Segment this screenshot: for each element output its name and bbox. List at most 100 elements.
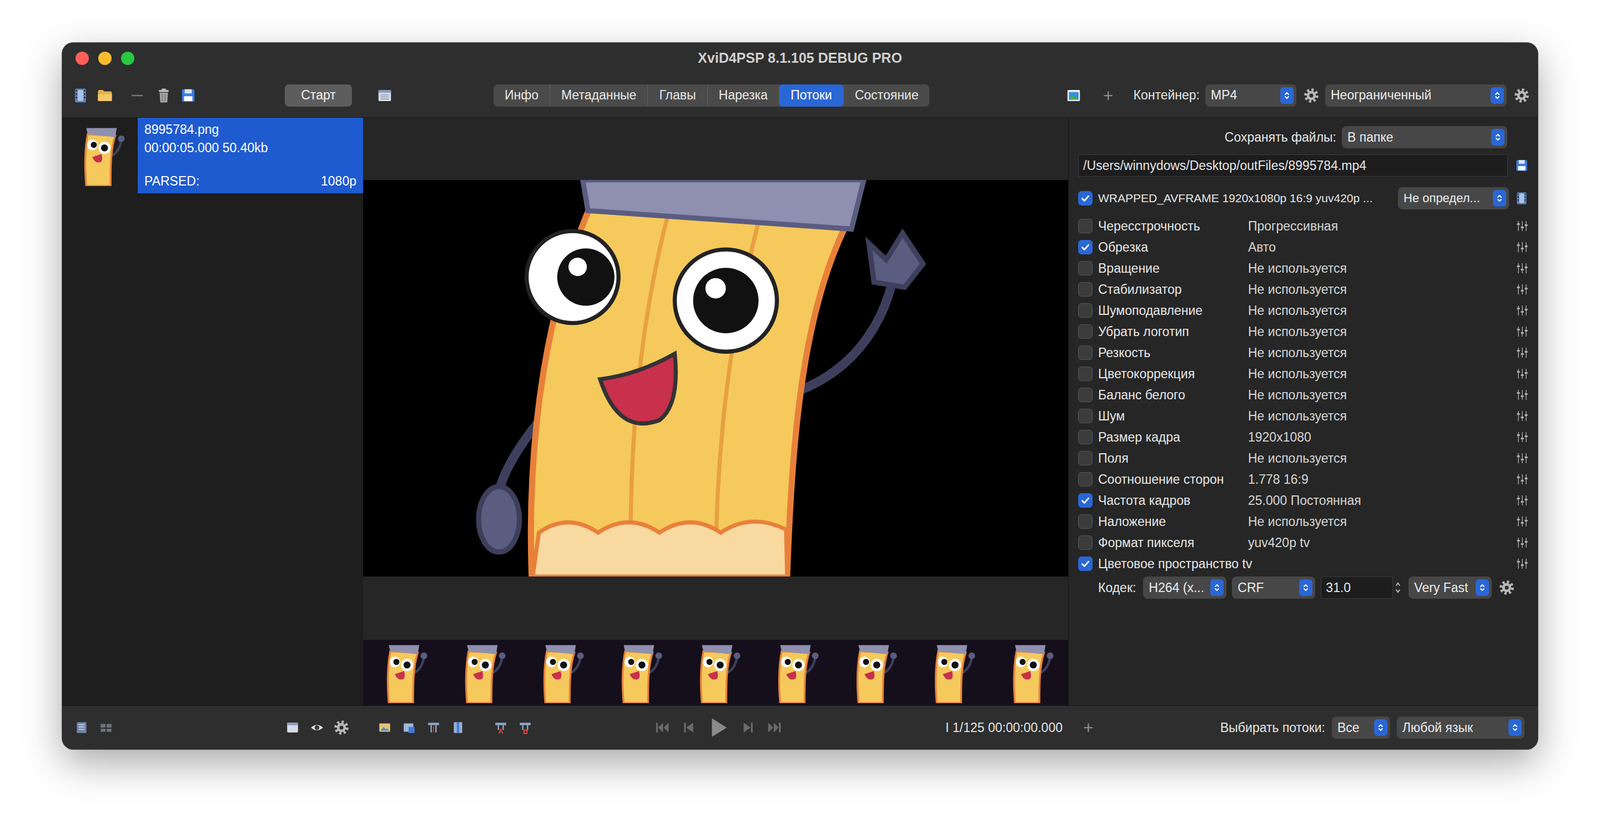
open-folder-button[interactable]: [95, 86, 115, 105]
checkbox[interactable]: [1078, 535, 1093, 550]
open-video-button[interactable]: [71, 86, 90, 105]
film-icon[interactable]: [72, 87, 89, 104]
filter-settings-button[interactable]: [1515, 472, 1529, 486]
filmstrip-frame[interactable]: [755, 639, 834, 706]
sliders-icon[interactable]: [1515, 345, 1529, 360]
preview-toggle-button[interactable]: [309, 719, 325, 736]
filter-settings-button[interactable]: [1515, 388, 1529, 402]
checkbox[interactable]: [1078, 471, 1093, 487]
add-stream-button[interactable]: +: [1083, 718, 1094, 737]
save-button[interactable]: [178, 86, 198, 105]
checkbox[interactable]: [1078, 514, 1093, 529]
filter-settings-button[interactable]: [1515, 451, 1529, 465]
checkbox[interactable]: [1078, 492, 1093, 508]
filmstrip-frame[interactable]: [989, 639, 1069, 706]
checkbox[interactable]: [1078, 450, 1093, 466]
checkbox[interactable]: [1078, 260, 1093, 276]
filter-settings-button[interactable]: [1515, 219, 1529, 233]
filmstrip-frame[interactable]: [363, 639, 442, 706]
gear-icon[interactable]: [333, 719, 350, 736]
filmstrip-frame[interactable]: [676, 639, 755, 706]
preset-settings-button[interactable]: [1513, 87, 1531, 104]
filter-settings-button[interactable]: [1515, 556, 1529, 571]
list-settings-button[interactable]: [333, 719, 350, 736]
quality-stepper[interactable]: [1394, 579, 1403, 596]
tab[interactable]: Инфо: [493, 84, 550, 107]
stream-mode-select[interactable]: Не определ...: [1397, 187, 1509, 210]
checkbox[interactable]: [1078, 218, 1093, 234]
filter-settings-button[interactable]: [1515, 303, 1529, 318]
sliders-icon[interactable]: [1515, 493, 1529, 507]
filter-settings-button[interactable]: [1515, 514, 1529, 528]
speed-preset-select[interactable]: Very Fast: [1408, 576, 1492, 599]
filter-settings-button[interactable]: [1515, 535, 1529, 550]
minimize-button[interactable]: [98, 51, 112, 65]
filter-settings-button[interactable]: [1515, 240, 1529, 254]
sliders-icon[interactable]: [1515, 324, 1529, 339]
filmstrip-frame[interactable]: [911, 639, 990, 706]
stream-info-button[interactable]: [1514, 189, 1529, 207]
filmstrip-frame[interactable]: [519, 639, 598, 706]
window-button[interactable]: [284, 719, 301, 736]
tab[interactable]: Нарезка: [707, 84, 779, 107]
go-start-button[interactable]: [652, 717, 672, 737]
checkbox[interactable]: [1078, 282, 1093, 297]
grid-view-button[interactable]: [98, 719, 114, 736]
mark-a-button[interactable]: [492, 719, 509, 736]
checkbox[interactable]: [1078, 429, 1093, 445]
save-mode-select[interactable]: В папке: [1341, 126, 1508, 149]
checkbox[interactable]: [1078, 408, 1093, 424]
filter-settings-button[interactable]: [1515, 282, 1529, 296]
codec-settings-button[interactable]: [1498, 579, 1516, 596]
tab[interactable]: Потоки: [778, 84, 844, 107]
zoom-button[interactable]: [121, 51, 135, 65]
preview-button[interactable]: [1064, 86, 1084, 105]
sliders-icon[interactable]: [1515, 303, 1529, 318]
filmstrip-frame[interactable]: [833, 639, 912, 706]
output-path-field[interactable]: /Users/winnydows/Desktop/outFiles/899578…: [1078, 154, 1508, 177]
tab[interactable]: Метаданные: [549, 84, 648, 107]
language-select[interactable]: Любой язык: [1396, 716, 1525, 739]
close-button[interactable]: [75, 51, 89, 65]
frame-export-button[interactable]: [401, 719, 417, 736]
sliders-icon[interactable]: [1515, 472, 1529, 486]
mark-b-button[interactable]: [517, 719, 533, 736]
filmstrip-frame[interactable]: [597, 639, 677, 706]
sliders-icon[interactable]: [1515, 282, 1529, 296]
checkbox[interactable]: [1078, 366, 1093, 381]
sliders-icon[interactable]: [1515, 219, 1529, 233]
queue-button[interactable]: [375, 86, 395, 105]
rate-mode-select[interactable]: CRF: [1231, 576, 1316, 599]
container-settings-button[interactable]: [1302, 87, 1320, 104]
go-end-button[interactable]: [765, 717, 784, 737]
filter-settings-button[interactable]: [1515, 409, 1529, 423]
filter-settings-button[interactable]: [1515, 366, 1529, 381]
checkbox[interactable]: [1078, 387, 1093, 402]
segment-button[interactable]: [450, 719, 466, 736]
cut-button[interactable]: [425, 719, 442, 736]
sliders-icon[interactable]: [1515, 514, 1529, 528]
filmstrip-frame[interactable]: [441, 639, 520, 706]
preset-select[interactable]: Неограниченный: [1325, 84, 1507, 107]
checkbox[interactable]: [1078, 190, 1093, 206]
list-view-button[interactable]: [73, 719, 90, 736]
sliders-icon[interactable]: [1515, 240, 1529, 254]
checkbox[interactable]: [1078, 303, 1093, 318]
filter-settings-button[interactable]: [1515, 430, 1529, 444]
sliders-icon[interactable]: [1515, 409, 1529, 423]
filter-settings-button[interactable]: [1515, 493, 1529, 507]
sliders-icon[interactable]: [1515, 430, 1529, 444]
checkbox[interactable]: [1078, 324, 1093, 339]
remove-button[interactable]: [127, 86, 147, 105]
streams-select[interactable]: Все: [1331, 716, 1391, 739]
sliders-icon[interactable]: [1515, 535, 1529, 550]
codec-select[interactable]: H264 (x...: [1143, 576, 1227, 599]
save-path-button[interactable]: [1514, 157, 1529, 174]
step-back-button[interactable]: [679, 717, 699, 737]
delete-button[interactable]: [154, 86, 174, 105]
file-item[interactable]: 8995784.png 00:00:05.000 50.40kb PARSED:…: [62, 117, 364, 194]
checkbox[interactable]: [1078, 556, 1093, 571]
tab[interactable]: Главы: [647, 84, 707, 107]
play-button[interactable]: [706, 715, 731, 740]
checkbox[interactable]: [1078, 239, 1093, 255]
